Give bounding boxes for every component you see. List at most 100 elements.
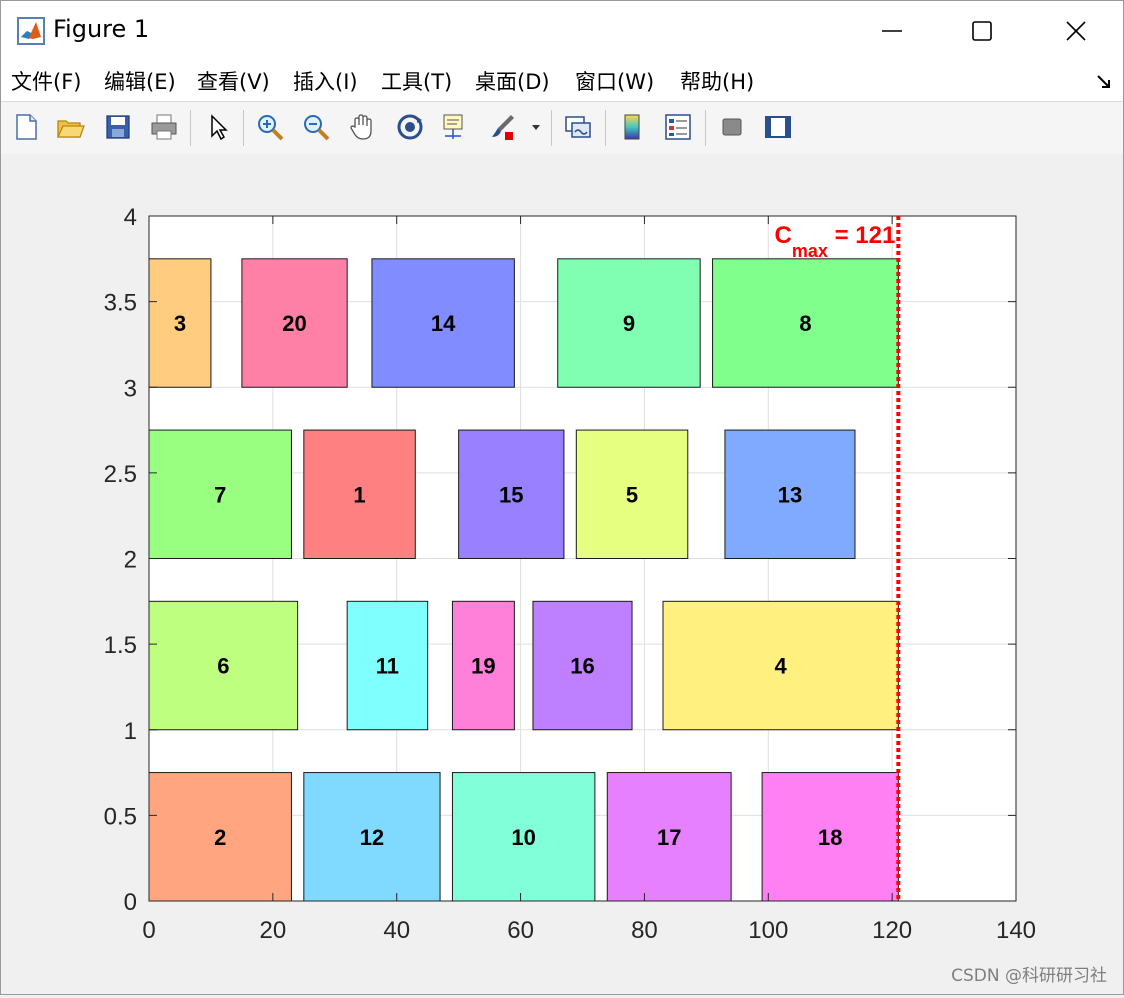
task-label: 14 [431, 311, 456, 336]
colorbar-button[interactable] [615, 110, 649, 144]
watermark-text: CSDN @科研研习社 [951, 966, 1107, 986]
menu-view[interactable]: 查看(V) [197, 66, 270, 96]
task-label: 6 [217, 654, 229, 679]
figure-window: Figure 1 文件(F) 编辑(E) 查看(V) 插入(I) 工具(T) 桌… [0, 0, 1124, 995]
menu-file[interactable]: 文件(F) [11, 66, 81, 96]
data-cursor-icon [443, 114, 463, 139]
window-title: Figure 1 [53, 15, 150, 43]
y-tick-label: 1 [124, 718, 137, 745]
x-tick-label: 20 [260, 917, 287, 944]
task-label: 11 [376, 654, 399, 679]
close-button[interactable] [1053, 11, 1099, 51]
brush-dropdown-icon [532, 125, 540, 130]
task-label: 13 [778, 482, 802, 507]
data-cursor-button[interactable] [439, 110, 473, 144]
maximize-icon [972, 21, 992, 41]
brush-dropdown-button[interactable] [527, 110, 545, 144]
toolbar-separator [605, 110, 606, 146]
select-pointer-icon [211, 114, 228, 141]
y-tick-label: 3.5 [104, 290, 137, 317]
maximize-button[interactable] [959, 11, 1005, 51]
task-label: 9 [623, 311, 635, 336]
x-tick-label: 140 [996, 917, 1036, 944]
x-tick-label: 0 [142, 917, 155, 944]
rotate-3d-icon [397, 114, 423, 140]
menu-tools[interactable]: 工具(T) [381, 66, 452, 96]
save-button[interactable] [101, 110, 135, 144]
new-figure-button[interactable] [9, 110, 43, 144]
figure-canvas: 2 12 10 17 18 6 11 19 16 4 7 1 15 5 13 3 20 14 9 8 0 20 40 60 80… [1, 154, 1123, 994]
brush-button[interactable] [485, 110, 519, 144]
task-label: 10 [511, 825, 535, 850]
print-button[interactable] [147, 110, 181, 144]
legend-button[interactable] [661, 110, 695, 144]
close-icon [1066, 21, 1086, 41]
task-label: 8 [799, 311, 811, 336]
link-plot-icon [565, 116, 591, 138]
zoom-out-icon [304, 115, 330, 141]
new-figure-icon [16, 114, 37, 140]
hide-plot-tools-button[interactable] [715, 110, 749, 144]
y-tick-label: 0 [124, 889, 137, 916]
figure-toolbar [1, 101, 1123, 155]
task-label: 7 [214, 482, 226, 507]
task-label: 18 [818, 825, 842, 850]
show-plot-tools-button[interactable] [761, 110, 795, 144]
brush-icon [492, 115, 514, 140]
task-label: 2 [214, 825, 226, 850]
show-plot-tools-icon [765, 116, 791, 138]
menu-help[interactable]: 帮助(H) [680, 66, 754, 96]
task-label: 12 [360, 825, 384, 850]
x-tick-label: 100 [748, 917, 788, 944]
zoom-in-icon [258, 115, 284, 141]
gantt-chart[interactable]: 2 12 10 17 186 11 19 16 47 1 15 5 133 20 14 9 80 20 40 60 80… [1, 154, 1123, 994]
menu-edit[interactable]: 编辑(E) [104, 66, 176, 96]
zoom-in-button[interactable] [253, 110, 287, 144]
y-tick-label: 2.5 [104, 461, 137, 488]
y-tick-label: 3 [124, 375, 137, 402]
task-label: 4 [775, 654, 788, 679]
x-tick-label: 80 [631, 917, 658, 944]
save-icon [106, 115, 130, 139]
cmax-label-subscript: max [792, 241, 828, 261]
menu-window[interactable]: 窗口(W) [575, 66, 654, 96]
menu-bar: 文件(F) 编辑(E) 查看(V) 插入(I) 工具(T) 桌面(D) 窗口(W… [1, 61, 1123, 101]
matlab-logo-icon [17, 17, 45, 45]
cmax-label-suffix: = 121 [828, 222, 895, 249]
toolbar-separator [190, 110, 191, 146]
hide-plot-tools-icon [722, 118, 742, 136]
toolbar-separator [705, 110, 706, 146]
link-plot-button[interactable] [561, 110, 595, 144]
task-label: 15 [499, 482, 523, 507]
minimize-icon [882, 30, 902, 32]
task-label: 16 [570, 654, 594, 679]
y-tick-label: 2 [124, 547, 137, 574]
select-pointer-button[interactable] [201, 110, 235, 144]
minimize-button[interactable] [869, 11, 915, 51]
x-tick-label: 120 [872, 917, 912, 944]
pan-button[interactable] [345, 110, 379, 144]
title-bar[interactable]: Figure 1 [1, 1, 1123, 61]
x-tick-label: 40 [383, 917, 410, 944]
open-file-button[interactable] [53, 110, 87, 144]
colorbar-icon [624, 114, 640, 140]
y-tick-label: 0.5 [104, 803, 137, 830]
zoom-out-button[interactable] [299, 110, 333, 144]
dock-arrow-icon[interactable] [1095, 73, 1113, 91]
y-tick-label: 4 [124, 204, 137, 231]
cmax-label-prefix: C [775, 222, 792, 249]
task-label: 3 [174, 311, 186, 336]
open-file-icon [56, 120, 85, 138]
task-label: 1 [353, 482, 365, 507]
rotate-3d-button[interactable] [393, 110, 427, 144]
pan-hand-icon [350, 114, 372, 140]
task-label: 20 [282, 311, 306, 336]
print-icon [151, 114, 177, 140]
y-tick-label: 1.5 [104, 632, 137, 659]
toolbar-separator [551, 110, 552, 146]
menu-insert[interactable]: 插入(I) [293, 66, 358, 96]
task-label: 5 [626, 482, 638, 507]
task-label: 17 [657, 825, 681, 850]
toolbar-separator [243, 110, 244, 146]
menu-desktop[interactable]: 桌面(D) [475, 66, 550, 96]
